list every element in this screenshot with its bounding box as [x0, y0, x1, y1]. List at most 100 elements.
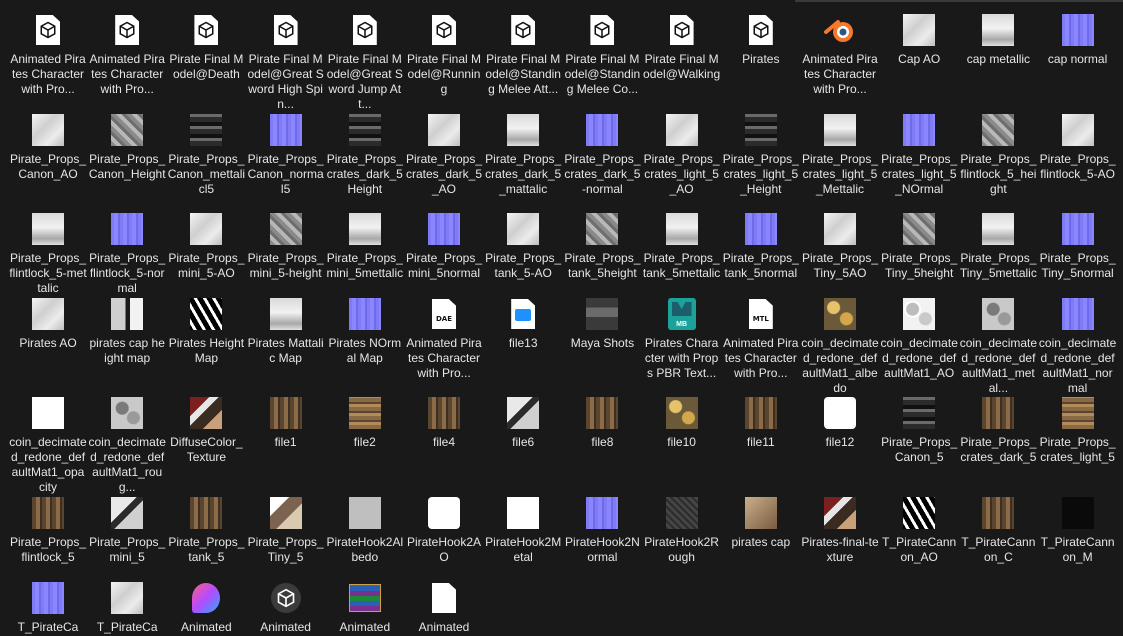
file-item[interactable]: Animated: [248, 582, 324, 635]
file-item[interactable]: Pirates-final-texture: [801, 497, 879, 565]
file-item[interactable]: Pirate_Props_crates_light_5_Mettalic: [802, 114, 878, 197]
file-item[interactable]: Pirate_Props_Tiny_5: [248, 497, 324, 565]
file-item[interactable]: PirateHook2Metal: [485, 497, 561, 565]
file-item[interactable]: Pirate_Props_tank_5: [168, 497, 244, 565]
file-item[interactable]: Animated Pirates Character with Pro...: [10, 14, 86, 97]
file-item[interactable]: Animated Pirates Character with Pro...: [89, 14, 165, 97]
file-item[interactable]: PirateHook2Normal: [564, 497, 640, 565]
file-item[interactable]: Pirate_Props_Tiny_5height: [881, 213, 957, 281]
file-item[interactable]: Animated: [327, 582, 403, 635]
file-item[interactable]: MB Pirates Character with Props PBR Text.…: [644, 298, 720, 381]
file-item[interactable]: Pirate_Props_Tiny_5AO: [802, 213, 878, 281]
file-item[interactable]: Pirate_Props_mini_5: [89, 497, 165, 565]
file-item[interactable]: Pirate_Props_mini_5normal: [406, 213, 482, 281]
file-item[interactable]: Pirates NOrmal Map: [327, 298, 403, 366]
file-item[interactable]: coin_decimated_redone_defaultMat1_opacit…: [9, 397, 87, 495]
model-file-icon: [270, 14, 302, 46]
file-item[interactable]: Pirate_Props_mini_5mettalic: [326, 213, 403, 281]
file-item[interactable]: file2: [327, 397, 403, 450]
file-name-label: file4: [432, 435, 455, 449]
file-item[interactable]: Pirates Height Map: [168, 298, 244, 366]
file-item[interactable]: cap normal: [1040, 14, 1116, 67]
file-item[interactable]: file8: [564, 397, 640, 450]
file-item[interactable]: Pirate_Props_Canon_Height: [89, 114, 166, 182]
file-item[interactable]: Pirate_Props_crates_light_5_Height: [723, 114, 799, 197]
file-item[interactable]: coin_decimated_redone_defaultMat1_roug..…: [88, 397, 166, 495]
file-item[interactable]: coin_decimated_redone_defaultMat1_albedo: [801, 298, 879, 396]
file-item[interactable]: Pirate_Props_flintlock_5: [10, 497, 86, 565]
file-item[interactable]: file10: [644, 397, 720, 450]
file-item[interactable]: Pirate_Props_crates_dark_5_AO: [406, 114, 482, 197]
file-name-label: Pirate_Props_crates_dark_5 Height: [326, 152, 403, 196]
model-file-icon: [190, 14, 222, 46]
file-item[interactable]: PirateHook2AO: [406, 497, 482, 565]
file-item[interactable]: coin_decimated_redone_defaultMat1_normal: [1039, 298, 1116, 396]
file-item[interactable]: file11: [723, 397, 799, 450]
file-name-label: Pirate Final Model@Death: [169, 52, 244, 81]
file-item[interactable]: Pirate_Props_Canon_5: [881, 397, 957, 465]
file-item[interactable]: Pirate_Props_Tiny_5mettalic: [960, 213, 1037, 281]
file-item[interactable]: Pirate Final Model@Standing Melee Att...: [485, 14, 561, 97]
file-item[interactable]: PirateHook2Albedo: [326, 497, 403, 565]
file-type-tag: MTL: [752, 315, 769, 323]
file-item[interactable]: T_PirateCa: [89, 582, 165, 635]
file-item[interactable]: Animated: [406, 582, 482, 635]
file-item[interactable]: T_PirateCannon_C: [960, 497, 1036, 565]
texture-thumbnail: [744, 497, 777, 529]
file-item[interactable]: T_PirateCannon_M: [1040, 497, 1116, 565]
file-item[interactable]: Pirate_Props_Canon_mettalicl5: [168, 114, 245, 197]
file-item[interactable]: Pirate_Props_flintlock_5-AO: [1040, 114, 1116, 182]
file-item[interactable]: T_PirateCannon_AO: [881, 497, 957, 565]
file-item[interactable]: Pirate_Props_mini_5-height: [248, 213, 324, 281]
file-item[interactable]: Pirates: [723, 14, 799, 67]
file-item[interactable]: Pirate_Props_crates_dark_5-normal: [564, 114, 640, 197]
file-item[interactable]: Cap AO: [881, 14, 957, 67]
file-item[interactable]: Pirates Mattalic Map: [248, 298, 324, 366]
file-item[interactable]: Pirate_Props_flintlock_5_height: [960, 114, 1036, 197]
file-item[interactable]: Pirate_Props_flintlock_5-normal: [89, 213, 165, 296]
file-item[interactable]: Animated: [168, 582, 244, 635]
file-item[interactable]: DAE Animated Pirates Character with Pro..…: [406, 298, 482, 381]
file-item[interactable]: file6: [485, 397, 561, 450]
file-item[interactable]: Pirate_Props_crates_light_5: [1040, 397, 1116, 465]
file-item[interactable]: DiffuseColor_Texture: [168, 397, 244, 465]
file-item[interactable]: file1: [248, 397, 324, 450]
texture-thumbnail: [507, 497, 540, 529]
file-item[interactable]: Pirate_Props_crates_dark_5 Height: [327, 114, 403, 197]
file-item[interactable]: MTL Animated Pirates Character with Pro..…: [723, 298, 799, 381]
file-item[interactable]: Pirate_Props_mini_5-AO: [168, 213, 244, 281]
file-item[interactable]: file12: [802, 397, 878, 450]
file-item[interactable]: Maya Shots: [564, 298, 640, 351]
file-item[interactable]: Pirate Final Model@Great Sword Jump Att.…: [327, 14, 403, 112]
file-item[interactable]: Pirate_Props_tank_5-AO: [485, 213, 561, 281]
file-item[interactable]: Pirate Final Model@Walking: [643, 14, 720, 82]
file-item[interactable]: coin_decimated_redone_defaultMat1_metal.…: [960, 298, 1037, 396]
file-item[interactable]: Pirates AO: [10, 298, 86, 351]
file-item[interactable]: Pirate_Props_Tiny_5normal: [1040, 213, 1116, 281]
file-item[interactable]: pirates cap: [723, 497, 799, 550]
file-item[interactable]: Pirate_Props_crates_light_5_AO: [644, 114, 720, 197]
file-item[interactable]: Pirate Final Model@Standing Melee Co...: [564, 14, 640, 97]
file-item[interactable]: Pirate_Props_tank_5normal: [723, 213, 799, 281]
file-item[interactable]: Pirate_Props_tank_5mettalic: [643, 213, 720, 281]
file-item[interactable]: Pirate_Props_flintlock_5-mettalic: [9, 213, 87, 296]
file-item[interactable]: file4: [406, 397, 482, 450]
file-item[interactable]: pirates cap height map: [89, 298, 165, 366]
texture-thumbnail: [269, 114, 302, 146]
file-item[interactable]: Pirate_Props_tank_5height: [564, 213, 640, 281]
file-item[interactable]: Animated Pirates Character with Pro...: [802, 14, 878, 97]
file-item[interactable]: coin_decimated_redone_defaultMat1_AO: [880, 298, 958, 381]
file-item[interactable]: T_PirateCa: [10, 582, 86, 635]
file-item[interactable]: Pirate_Props_crates_light_5_NOrmal: [881, 114, 957, 197]
file-item[interactable]: file13: [485, 298, 561, 351]
file-item[interactable]: Pirate Final Model@Great Sword High Spin…: [247, 14, 324, 112]
file-item[interactable]: Pirate Final Model@Death: [168, 14, 244, 82]
file-item[interactable]: cap metallic: [960, 14, 1036, 67]
file-item[interactable]: Pirate Final Model@Running: [406, 14, 482, 97]
file-item[interactable]: Pirate_Props_Canon_AO: [10, 114, 86, 182]
file-name-label: Pirate Final Model@Running: [406, 52, 482, 96]
file-item[interactable]: Pirate_Props_Canon_normal5: [248, 114, 324, 197]
file-item[interactable]: Pirate_Props_crates_dark_5: [960, 397, 1036, 465]
file-item[interactable]: Pirate_Props_crates_dark_5_mattalic: [485, 114, 561, 197]
file-item[interactable]: PirateHook2Rough: [644, 497, 720, 565]
